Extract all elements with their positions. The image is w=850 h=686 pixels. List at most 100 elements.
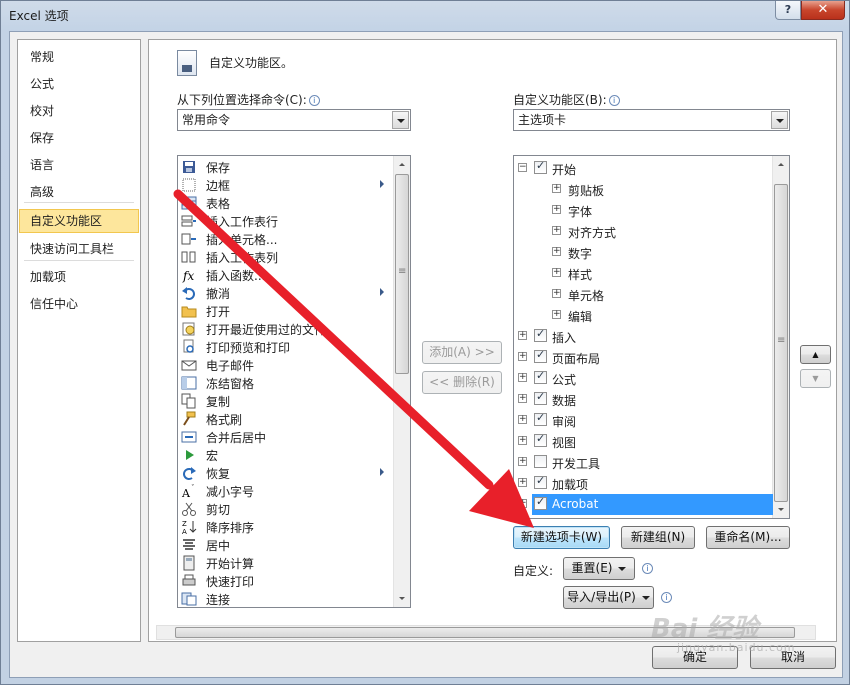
reset-button[interactable]: 重置(E)	[563, 557, 635, 580]
nav-item[interactable]: 公式	[19, 72, 139, 96]
scroll-down-icon[interactable]	[773, 501, 789, 518]
command-item[interactable]: 打开	[180, 302, 388, 320]
move-down-button[interactable]: ▼	[800, 369, 831, 388]
nav-item[interactable]: 高级	[19, 180, 139, 204]
tab-checkbox[interactable]	[534, 327, 547, 342]
command-item[interactable]: A ˇ 减小字号	[180, 482, 388, 500]
ribbon-group-node[interactable]: + 数字	[514, 242, 772, 263]
command-item[interactable]: Z A 降序排序	[180, 518, 388, 536]
rename-button[interactable]: 重命名(M)...	[706, 526, 790, 549]
nav-item[interactable]: 信任中心	[19, 292, 139, 316]
tab-checkbox[interactable]	[534, 495, 547, 510]
expand-icon[interactable]: +	[518, 478, 527, 487]
tab-checkbox[interactable]	[534, 411, 547, 426]
command-item[interactable]: 恢复	[180, 464, 388, 482]
command-item[interactable]: 撤消	[180, 284, 388, 302]
ribbon-tab-node[interactable]: + 视图	[514, 431, 772, 452]
command-item[interactable]: 格式刷	[180, 410, 388, 428]
tab-checkbox[interactable]	[534, 159, 547, 174]
command-item[interactable]: 宏	[180, 446, 388, 464]
ribbon-tab-node[interactable]: + 数据	[514, 389, 772, 410]
expand-icon[interactable]: +	[518, 436, 527, 445]
tab-checkbox[interactable]	[534, 432, 547, 447]
tab-checkbox[interactable]	[534, 390, 547, 405]
expand-icon[interactable]: +	[552, 226, 561, 235]
scroll-up-icon[interactable]	[773, 156, 789, 173]
expand-icon[interactable]: +	[518, 457, 527, 466]
expand-icon[interactable]: +	[518, 373, 527, 382]
tab-checkbox[interactable]	[534, 474, 547, 489]
nav-item[interactable]: 常规	[19, 45, 139, 69]
expand-icon[interactable]: +	[552, 184, 561, 193]
command-item[interactable]: 电子邮件	[180, 356, 388, 374]
close-button[interactable]: ✕	[801, 1, 845, 20]
ribbon-tab-node[interactable]: +背景消除	[514, 515, 772, 518]
expand-icon[interactable]: +	[518, 394, 527, 403]
move-up-button[interactable]: ▲	[800, 345, 831, 364]
new-group-button[interactable]: 新建组(N)	[621, 526, 695, 549]
ribbon-tree[interactable]: −开始+剪贴板+字体+对齐方式+数字+样式+单元格+编辑+插入+页面布局+公式+…	[513, 155, 790, 519]
scroll-thumb[interactable]	[774, 184, 788, 502]
expand-icon[interactable]: +	[518, 352, 527, 361]
import-export-button[interactable]: 导入/导出(P)	[563, 586, 654, 609]
scroll-up-icon[interactable]	[394, 156, 410, 173]
ribbon-tab-node[interactable]: + 页面布局	[514, 347, 772, 368]
command-item[interactable]: 打印预览和打印	[180, 338, 388, 356]
expand-icon[interactable]: +	[552, 247, 561, 256]
ribbon-tree-scrollbar[interactable]	[772, 156, 789, 518]
ribbon-tab-node[interactable]: + 开发工具	[514, 452, 772, 473]
command-item[interactable]: 居中	[180, 536, 388, 554]
expand-icon[interactable]: +	[552, 289, 561, 298]
nav-item[interactable]: 自定义功能区	[19, 209, 139, 233]
nav-item[interactable]: 语言	[19, 153, 139, 177]
ribbon-tab-node[interactable]: − 开始	[514, 158, 772, 179]
expand-icon[interactable]: +	[552, 205, 561, 214]
title-bar[interactable]: Excel 选项 ? ✕	[1, 1, 849, 29]
command-item[interactable]: 快速打印	[180, 572, 388, 590]
expand-icon[interactable]: +	[518, 499, 527, 508]
remove-button[interactable]: << 删除(R)	[422, 371, 502, 394]
new-tab-button[interactable]: 新建选项卡(W)	[513, 526, 610, 549]
command-item[interactable]: fx 插入函数...	[180, 266, 388, 284]
nav-item[interactable]: 快速访问工具栏	[19, 237, 139, 261]
customize-ribbon-select[interactable]: 主选项卡	[513, 109, 790, 131]
expand-icon[interactable]: +	[518, 331, 527, 340]
command-item[interactable]: 打开最近使用过的文件	[180, 320, 388, 338]
nav-item[interactable]: 加载项	[19, 265, 139, 289]
command-item[interactable]: 边框	[180, 176, 388, 194]
ribbon-group-node[interactable]: + 字体	[514, 200, 772, 221]
scroll-thumb[interactable]	[395, 174, 409, 374]
expand-icon[interactable]: +	[552, 268, 561, 277]
command-item[interactable]: 保存	[180, 158, 388, 176]
command-item[interactable]: 插入工作表行	[180, 212, 388, 230]
help-button[interactable]: ?	[775, 1, 801, 20]
chevron-down-icon[interactable]	[771, 111, 788, 129]
ribbon-tab-node[interactable]: + 插入	[514, 326, 772, 347]
ribbon-tab-node[interactable]: + Acrobat	[518, 494, 773, 515]
nav-item[interactable]: 保存	[19, 126, 139, 150]
collapse-icon[interactable]: −	[518, 163, 527, 172]
ribbon-group-node[interactable]: + 样式	[514, 263, 772, 284]
scroll-down-icon[interactable]	[394, 590, 410, 607]
tab-checkbox[interactable]	[534, 369, 547, 384]
command-item[interactable]: 冻结窗格	[180, 374, 388, 392]
ribbon-group-node[interactable]: + 单元格	[514, 284, 772, 305]
ribbon-tab-node[interactable]: + 加载项	[514, 473, 772, 494]
command-item[interactable]: 复制	[180, 392, 388, 410]
tab-checkbox[interactable]	[536, 516, 545, 518]
commands-list[interactable]: 保存边框表格插入工作表行插入单元格... 插入工作表列 fx 插入函数... 撤消打开打…	[177, 155, 411, 608]
commands-scrollbar[interactable]	[393, 156, 410, 607]
add-button[interactable]: 添加(A) >>	[422, 341, 502, 364]
command-item[interactable]: 表格	[180, 194, 388, 212]
command-item[interactable]: 插入单元格...	[180, 230, 388, 248]
command-item[interactable]: 开始计算	[180, 554, 388, 572]
command-item[interactable]: 合并后居中	[180, 428, 388, 446]
chevron-down-icon[interactable]	[392, 111, 409, 129]
choose-commands-select[interactable]: 常用命令	[177, 109, 411, 131]
ribbon-group-node[interactable]: + 编辑	[514, 305, 772, 326]
expand-icon[interactable]: +	[518, 415, 527, 424]
ribbon-tab-node[interactable]: + 公式	[514, 368, 772, 389]
command-item[interactable]: 连接	[180, 590, 388, 607]
command-item[interactable]: 剪切	[180, 500, 388, 518]
command-item[interactable]: 插入工作表列	[180, 248, 388, 266]
